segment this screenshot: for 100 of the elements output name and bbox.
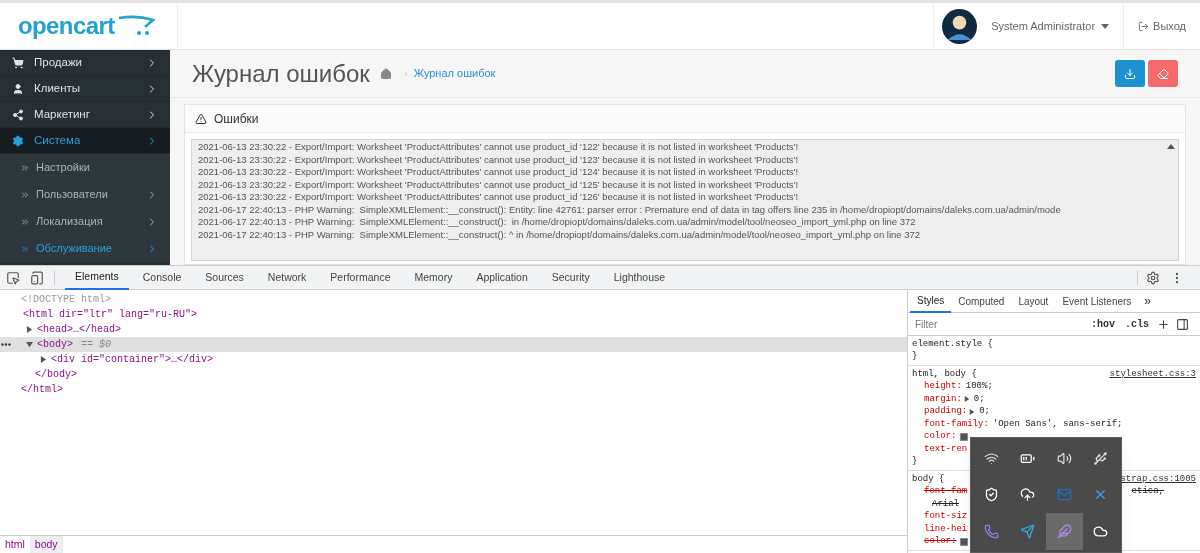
gear-icon [12,134,24,147]
inspect-icon[interactable] [6,270,20,285]
color-swatch[interactable] [960,432,969,441]
devtools-tab[interactable]: Application [466,265,538,290]
css-value-text: 100%; [965,380,993,393]
html-tag-text: </body> [35,368,77,382]
dom-tree-row[interactable]: <head>…</head> [0,322,907,337]
double-chevron-icon [20,162,30,173]
css-property-text: font-family: [924,417,989,431]
log-line: 2021-06-13 23:30:22 - Export/Import: Worksheet 'ProductAttributes' cannot use product_id '125' because it is not listed in worksheet 'Products'! [198,178,800,191]
styles-tab[interactable]: Event Listeners [1055,289,1139,313]
styles-tab[interactable]: Styles [910,289,952,313]
disclosure-triangle-icon[interactable] [26,341,33,348]
css-value-text: 0; [979,405,991,418]
devtools-tab[interactable]: Security [541,265,600,290]
devtools-tab[interactable]: Elements [65,265,129,290]
css-value-text: 0; [973,392,985,406]
phone-icon [983,524,999,540]
dom-tree-row[interactable]: <html dir="ltr" lang="ru-RU"> [0,307,907,322]
usb-drive-icon [1093,450,1109,466]
avatar-icon [942,8,978,44]
cloud-upload-icon [1020,487,1036,503]
double-chevron-icon [20,216,30,227]
user-menu-button[interactable]: System Administrator [985,17,1116,35]
css-value-text: etica, [1131,485,1164,498]
cart-icon [12,56,24,69]
css-selector-text: body { [912,472,945,486]
log-line: 2021-06-17 22:40:13 - PHP Warning: SimpleXMLElement::__construct(): Entity: line 42761: parser error : Premature end of data in tag offers line 235 in /home/dropiopt/domains/daleks.com.ua/admin/mode [198,203,1062,216]
css-selector-text: element.style { [912,337,993,351]
devtools-tab[interactable]: Network [257,265,317,290]
sidebar-item[interactable]: Продажи [0,50,170,76]
submenu-item[interactable]: Локализация [0,208,170,235]
disclosure-triangle-icon[interactable] [40,356,47,363]
dots-icon[interactable] [1,343,11,346]
settings-icon[interactable] [1146,270,1160,285]
eraser-icon [1157,67,1169,80]
warning-icon [195,112,207,125]
doctype-text: <!DOCTYPE html> [21,293,111,307]
double-chevron-icon [20,189,30,200]
submenu-item[interactable]: Пользователи [0,181,170,208]
log-line: 2021-06-13 23:30:22 - Export/Import: Worksheet 'ProductAttributes' cannot use product_id '126' because it is not listed in worksheet 'Products'! [198,191,800,204]
log-line: 2021-06-17 22:40:13 - PHP Warning: SimpleXMLElement::__construct(): ^ in /home/dropiopt/domains/daleks.com.ua/admin/model/tool/neoseo_import_yml.php on line 372 [198,228,922,241]
mail-icon [1056,487,1072,503]
css-selector-text: html, body { [912,367,977,381]
logout-button[interactable]: Выход [1123,3,1200,49]
css-value-text: Arial [932,497,959,511]
shield-icon [983,487,999,503]
styles-tab[interactable]: Computed [951,289,1012,313]
dom-breadcrumb[interactable]: html [0,536,30,553]
css-property-text: color: [924,535,957,548]
toggle-button[interactable]: :hov [1089,316,1117,332]
devtools-tab[interactable]: Lighthouse [603,265,676,290]
dom-tree-row[interactable]: <body> == $0 [0,337,907,352]
submenu-item[interactable]: Обслуживание [0,235,170,262]
feather-icon [1056,524,1072,540]
share-icon [12,108,24,121]
toggle-button[interactable]: .cls [1123,316,1152,332]
css-property-text: text-ren [924,442,968,456]
css-brace-text: } [912,350,918,363]
css-property-text: margin: [924,392,962,406]
dom-tree-row[interactable]: <div id="container">…</div> [0,352,907,367]
dom-breadcrumb[interactable]: body [29,536,63,553]
styles-tab[interactable]: Layout [1011,289,1056,313]
devtools-tab[interactable]: Sources [195,265,254,290]
stylesheet-link[interactable]: stylesheet.css:3 [1109,367,1196,381]
html-tag-text: <head>…</head> [37,323,121,337]
page-title: Журнал ошибок [192,58,370,89]
log-line: 2021-06-17 22:40:13 - PHP Warning: SimpleXMLElement::__construct(): in /home/dropiopt/domains/daleks.com.ua/admin/model/tool/neoseo_import_yml.php on line 372 [198,216,917,229]
add-rule-icon[interactable] [1157,317,1171,331]
panel-title: Ошибки [214,110,259,128]
log-line: 2021-06-13 23:30:22 - Export/Import: Worksheet 'ProductAttributes' cannot use product_id '122' because it is not listed in worksheet 'Products'! [198,141,800,154]
sidebar-toggle-icon[interactable] [1176,317,1190,331]
log-text-area[interactable] [191,139,1179,261]
sidebar-item[interactable]: Клиенты [0,76,170,102]
devtools-tab[interactable]: Console [132,265,192,290]
user-icon [12,82,24,95]
disclosure-triangle-icon[interactable] [26,326,33,333]
css-property-text: font-fam [924,485,968,498]
css-property-text: height: [924,380,962,393]
devtools-tab[interactable]: Memory [404,265,463,290]
css-property-text: font-siz [924,510,968,523]
console-ref-text: == $0 [81,338,112,352]
clear-button[interactable] [1148,60,1178,87]
html-tag-text: </html> [21,383,63,397]
download-icon [1124,67,1136,80]
logout-icon [1138,20,1150,32]
more-tabs-button[interactable]: » [1138,292,1158,310]
html-tag-text: <html dir="ltr" lang="ru-RU"> [23,308,198,322]
expand-triangle-icon[interactable] [969,408,976,415]
expand-triangle-icon[interactable] [963,396,970,403]
sidebar-item[interactable]: Система [0,128,170,154]
download-button[interactable] [1115,60,1145,87]
log-line: 2021-06-13 23:30:22 - Export/Import: Worksheet 'ProductAttributes' cannot use product_id '123' because it is not listed in worksheet 'Products'! [198,153,800,166]
devtools-tab[interactable]: Performance [320,265,401,290]
stylesheet-link[interactable]: strap.css:1005 [1120,472,1196,486]
device-toolbar-icon[interactable] [30,270,44,285]
caret-icon [1101,23,1110,29]
submenu-item[interactable]: Настройки [0,154,170,181]
color-swatch[interactable] [960,537,969,546]
scroll-up-icon[interactable] [1167,144,1175,149]
